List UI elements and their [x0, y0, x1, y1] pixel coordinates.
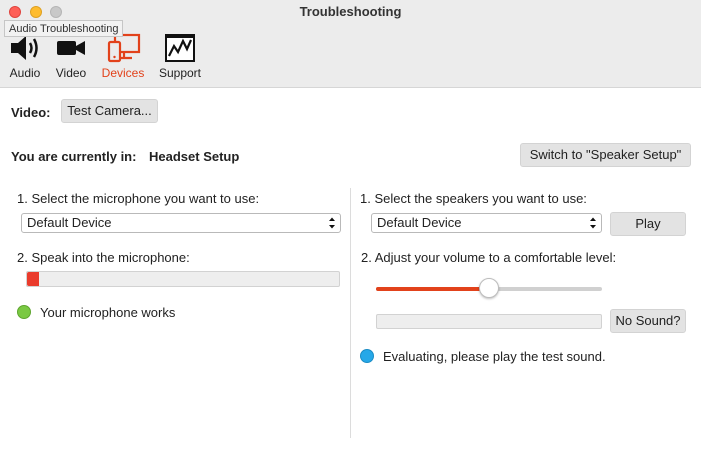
speakers-select-value: Default Device — [377, 215, 462, 230]
video-label: Video: — [11, 105, 51, 120]
mic-step2-label: 2. Speak into the microphone: — [17, 250, 190, 265]
switch-speaker-setup-button[interactable]: Switch to "Speaker Setup" — [520, 143, 691, 167]
toolbar-devices[interactable]: Devices — [98, 32, 148, 80]
speakers-select[interactable]: Default Device — [371, 213, 602, 233]
microphone-level-meter — [26, 271, 340, 287]
select-arrows-icon — [590, 217, 596, 229]
title-bar: Troubleshooting Audio Video Devices Supp… — [0, 0, 701, 88]
toolbar-video-label: Video — [55, 66, 87, 80]
mic-status-icon — [17, 305, 31, 319]
toolbar-audio-label: Audio — [9, 66, 41, 80]
test-camera-button[interactable]: Test Camera... — [61, 99, 158, 123]
no-sound-button[interactable]: No Sound? — [610, 309, 686, 333]
speakers-step2-label: 2. Adjust your volume to a comfortable l… — [361, 250, 617, 265]
toolbar-support[interactable]: Support — [154, 32, 206, 80]
select-arrows-icon — [329, 217, 335, 229]
speakers-status-text: Evaluating, please play the test sound. — [383, 349, 606, 364]
mic-step1-label: 1. Select the microphone you want to use… — [17, 191, 260, 206]
column-divider — [350, 188, 351, 438]
toolbar-video[interactable]: Video — [52, 32, 90, 80]
volume-slider-fill — [376, 287, 489, 291]
mic-status-text: Your microphone works — [40, 305, 176, 320]
microphone-level-fill — [27, 272, 40, 286]
current-setup-prefix: You are currently in: — [11, 149, 137, 164]
speakers-step1-label: 1. Select the speakers you want to use: — [360, 191, 587, 206]
microphone-select[interactable]: Default Device — [21, 213, 341, 233]
window-title: Troubleshooting — [299, 4, 402, 19]
toolbar-audio[interactable]: Audio — [6, 32, 44, 80]
support-chart-icon — [154, 32, 206, 64]
play-test-sound-button[interactable]: Play — [610, 212, 686, 236]
microphone-select-value: Default Device — [27, 215, 112, 230]
volume-slider-thumb[interactable] — [479, 278, 499, 298]
speaker-output-meter — [376, 314, 602, 329]
speakers-status-icon — [360, 349, 374, 363]
toolbar-devices-label: Devices — [101, 66, 145, 80]
tooltip: Audio Troubleshooting — [4, 20, 124, 37]
current-setup-name: Headset Setup — [149, 149, 240, 164]
toolbar-support-label: Support — [158, 66, 202, 80]
